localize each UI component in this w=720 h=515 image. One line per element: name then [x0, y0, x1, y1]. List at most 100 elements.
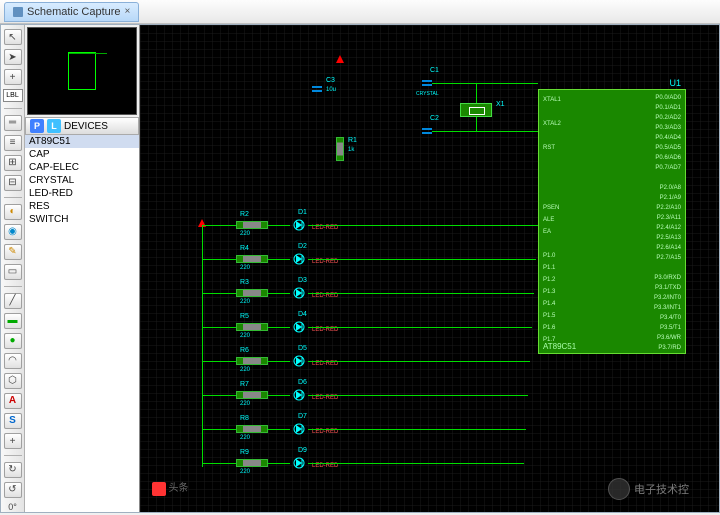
cap-c3-ref: C3	[326, 77, 335, 84]
r1-val: 1k	[348, 147, 354, 153]
schematic-tab-icon	[13, 7, 23, 17]
component-tool[interactable]: ➤	[4, 49, 22, 65]
led-d1[interactable]	[290, 218, 308, 232]
rotate-cw-tool[interactable]: ↻	[4, 462, 22, 478]
pin-p1.6: P1.6	[543, 324, 555, 332]
wire	[308, 327, 532, 328]
text-a-tool[interactable]: A	[4, 393, 22, 409]
wire	[476, 117, 477, 131]
r1-ref: R1	[348, 137, 357, 144]
rect-tool[interactable]: ▬	[4, 313, 22, 329]
tool-7[interactable]: ⊞	[4, 155, 22, 171]
library-button[interactable]: L	[47, 119, 61, 133]
schematic-canvas[interactable]: C3 10u C1 CRYSTAL C2 X1 R1 1k R2 220 D1 …	[140, 25, 719, 512]
pin-xtal2: XTAL2	[543, 120, 561, 128]
line-tool[interactable]: ╱	[4, 293, 22, 309]
watermark: 电子技术控	[608, 478, 689, 500]
resistor-r5[interactable]	[236, 323, 268, 331]
pin-p0-2-ad2: P0.2/AD2	[655, 114, 681, 122]
wire	[268, 327, 290, 328]
tool-9[interactable]: ◐	[4, 204, 22, 220]
separator	[4, 286, 22, 287]
origin-tool[interactable]: +	[4, 433, 22, 449]
wire	[202, 327, 236, 328]
wire	[202, 225, 236, 226]
devices-header: P L DEVICES	[25, 117, 139, 135]
power-vcc-icon	[336, 55, 344, 63]
resistor-r7[interactable]	[236, 391, 268, 399]
pin-p3-6-wr: P3.6/WR	[657, 334, 681, 342]
text-s-tool[interactable]: S	[4, 413, 22, 429]
led-d7[interactable]	[290, 422, 308, 436]
poly-tool[interactable]: ⬡	[4, 373, 22, 389]
select-tool[interactable]: ↖	[4, 29, 22, 45]
led-ref: D6	[298, 379, 307, 386]
device-list[interactable]: AT89C51 CAP CAP-ELEC CRYSTAL LED-RED RES…	[25, 135, 139, 512]
pin-p3-5-t1: P3.5/T1	[660, 324, 681, 332]
tool-8[interactable]: ⊟	[4, 175, 22, 191]
wire	[308, 361, 530, 362]
device-item[interactable]: SWITCH	[25, 213, 139, 226]
device-item[interactable]: CRYSTAL	[25, 174, 139, 187]
tab-title: Schematic Capture	[27, 6, 121, 18]
res-val: 220	[240, 435, 250, 441]
schematic-layer: C3 10u C1 CRYSTAL C2 X1 R1 1k R2 220 D1 …	[140, 25, 719, 512]
resistor-r3[interactable]	[236, 289, 268, 297]
tool-12[interactable]: ▭	[4, 264, 22, 280]
device-item[interactable]: CAP-ELEC	[25, 161, 139, 174]
resistor-r9[interactable]	[236, 459, 268, 467]
pin-p2-2-a10: P2.2/A10	[656, 204, 681, 212]
tool-10[interactable]: ◉	[4, 224, 22, 240]
pin-psen: PSEN	[543, 204, 559, 212]
label-tool[interactable]: LBL	[3, 89, 23, 102]
wire	[308, 429, 526, 430]
device-item[interactable]: AT89C51	[25, 135, 139, 148]
close-icon[interactable]: ×	[125, 6, 131, 17]
pin-p2-6-a14: P2.6/A14	[656, 244, 681, 252]
resistor-r6[interactable]	[236, 357, 268, 365]
res-ref: R3	[240, 279, 249, 286]
tool-6[interactable]: ≡	[4, 135, 22, 151]
resistor-r1[interactable]	[336, 137, 344, 161]
capacitor-c1[interactable]	[422, 75, 432, 91]
tool-11[interactable]: ✎	[4, 244, 22, 260]
toutiao-icon	[152, 482, 166, 496]
device-item[interactable]: CAP	[25, 148, 139, 161]
led-d2[interactable]	[290, 252, 308, 266]
plus-tool[interactable]: +	[4, 69, 22, 85]
chip-u1[interactable]: U1 AT89C51 XTAL1XTAL2RSTPSENALEEAP1.0P1.…	[538, 89, 686, 354]
circle-tool[interactable]: ●	[4, 333, 22, 349]
tab-schematic[interactable]: Schematic Capture ×	[4, 2, 139, 22]
arc-tool[interactable]: ◠	[4, 353, 22, 369]
resistor-r4[interactable]	[236, 255, 268, 263]
led-d6[interactable]	[290, 388, 308, 402]
led-d3[interactable]	[290, 286, 308, 300]
device-item[interactable]: RES	[25, 200, 139, 213]
pin-p3-1-txd: P3.1/TXD	[655, 284, 681, 292]
pin-p2-4-a12: P2.4/A12	[656, 224, 681, 232]
tool-5[interactable]: ═	[4, 115, 22, 131]
capacitor-c3[interactable]	[312, 81, 322, 97]
pin-p3-4-t0: P3.4/T0	[660, 314, 681, 322]
capacitor-c2[interactable]	[422, 123, 432, 139]
res-val: 220	[240, 401, 250, 407]
resistor-r8[interactable]	[236, 425, 268, 433]
led-ref: D4	[298, 311, 307, 318]
resistor-r2[interactable]	[236, 221, 268, 229]
tab-bar: Schematic Capture ×	[0, 0, 720, 24]
xtal-ref: X1	[496, 101, 505, 108]
rotate-ccw-tool[interactable]: ↺	[4, 482, 22, 498]
wire	[308, 293, 534, 294]
led-d5[interactable]	[290, 354, 308, 368]
crystal-x1[interactable]	[460, 103, 492, 117]
pick-parts-button[interactable]: P	[30, 119, 44, 133]
res-ref: R4	[240, 245, 249, 252]
watermark-text: 电子技术控	[634, 481, 689, 497]
led-d9[interactable]	[290, 456, 308, 470]
led-d4[interactable]	[290, 320, 308, 334]
pin-p3-2-int0: P3.2/INT0	[654, 294, 681, 302]
pin-p0-1-ad1: P0.1/AD1	[655, 104, 681, 112]
led-ref: D1	[298, 209, 307, 216]
pin-p2-3-a11: P2.3/A11	[657, 214, 681, 222]
device-item[interactable]: LED-RED	[25, 187, 139, 200]
